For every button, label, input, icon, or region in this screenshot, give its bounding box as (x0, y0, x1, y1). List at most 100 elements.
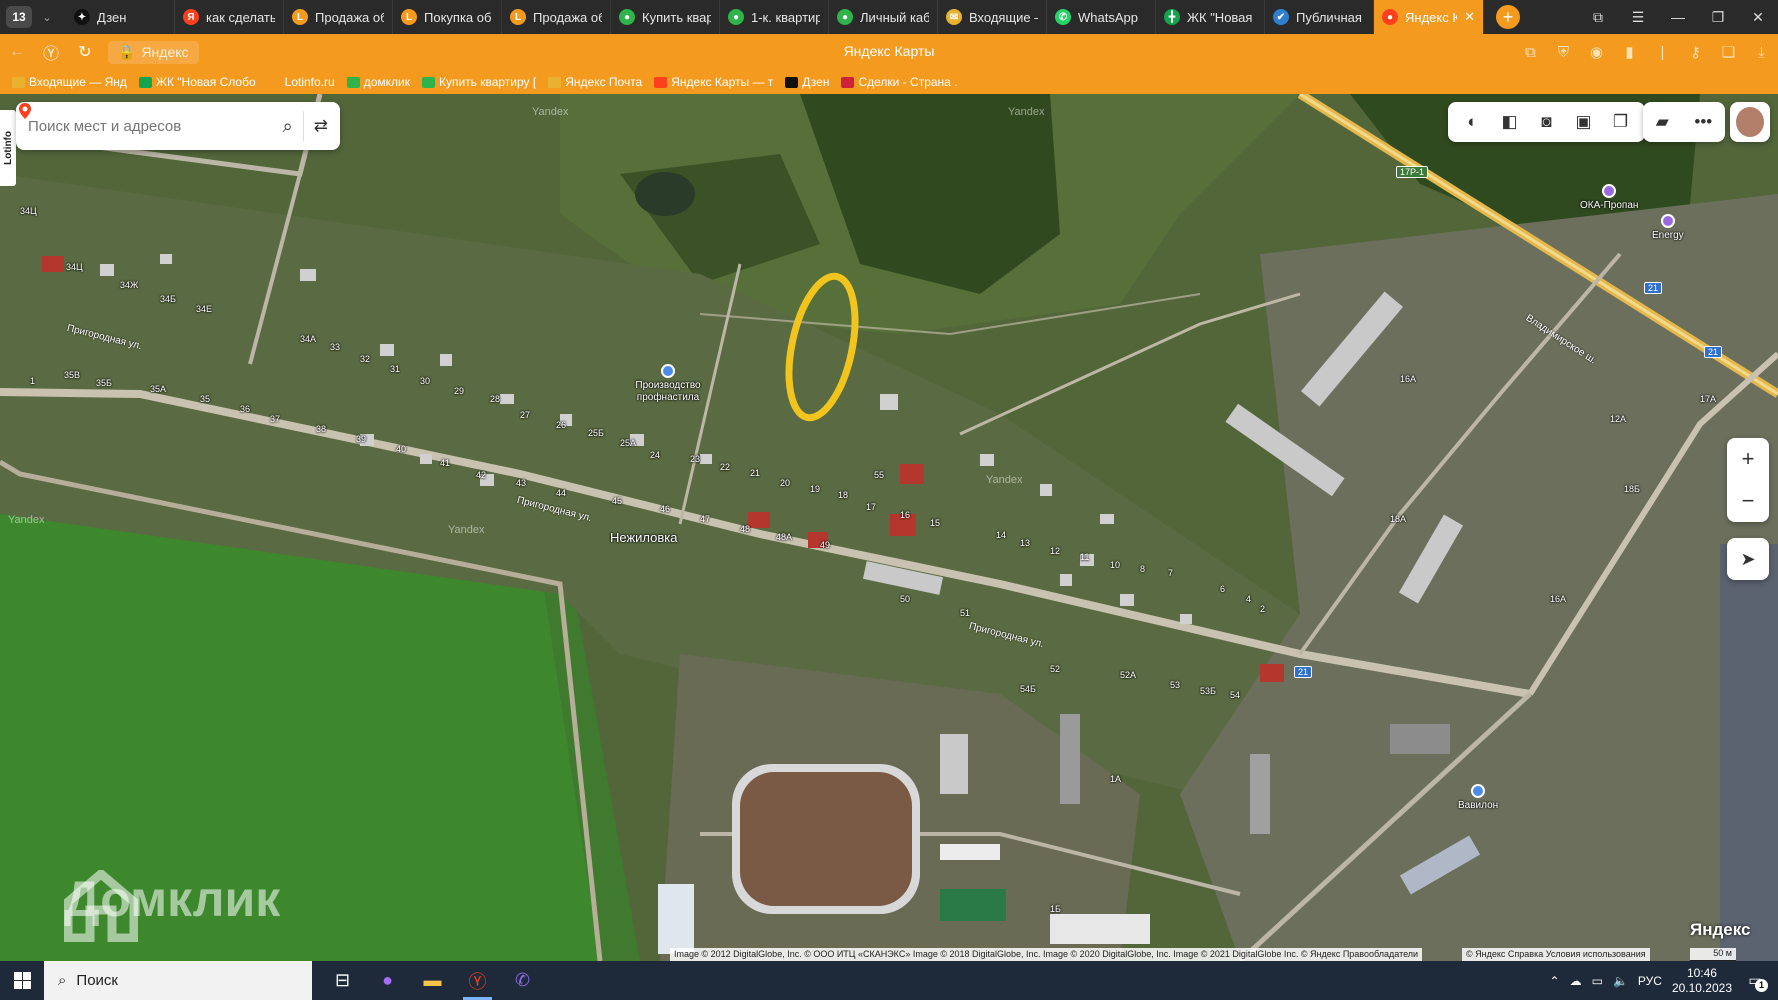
tab-4[interactable]: L Продажа об (502, 0, 611, 34)
zoom-in-button[interactable]: + (1727, 438, 1769, 480)
bookmark-label: Lotinfo.ru (284, 75, 335, 89)
yandex-logo-icon[interactable]: Ⓨ (34, 40, 68, 64)
volume-icon[interactable]: 🔈 (1613, 974, 1628, 988)
language-indicator[interactable]: РУС (1638, 974, 1662, 988)
bookmark-item[interactable]: ЖК "Новая Слобо (138, 75, 256, 89)
yandex-watermark: Yandex (8, 514, 45, 526)
search-icon[interactable]: ⌕ (283, 116, 293, 137)
more-icon[interactable]: ••• (1694, 112, 1712, 132)
download-icon[interactable]: ⤓ (1745, 43, 1778, 61)
maximize-button[interactable]: ❐ (1698, 0, 1738, 34)
panorama-camera-icon[interactable]: ◙ (1528, 112, 1565, 132)
traffic-icon[interactable]: ◐ (1454, 112, 1491, 132)
divider: | (1660, 43, 1665, 61)
zoom-out-button[interactable]: − (1727, 480, 1769, 522)
tab-5[interactable]: ● Купить квар (611, 0, 720, 34)
bookmark-label: домклик (363, 75, 410, 89)
tab-active[interactable]: ● Яндекс К ✕ (1374, 0, 1484, 34)
bookmark-item[interactable]: Входящие — Янд (12, 75, 127, 89)
satellite-map[interactable]: Lotinfo ⌕ ⇄ ◐ ◧ ◙ ▣ ❐ ▰ ••• + − ➤ Нежило… (0, 94, 1778, 961)
bookmark-item[interactable]: Яндекс Карты — т (654, 75, 773, 89)
map-search-box[interactable]: ⌕ ⇄ (16, 102, 340, 150)
tab-10[interactable]: ╋ ЖК "Новая (1156, 0, 1265, 34)
clock[interactable]: 10:46 20.10.2023 (1672, 966, 1732, 996)
key-icon[interactable]: ⚷ (1679, 43, 1712, 61)
house-number-label: 6 (1220, 584, 1226, 594)
reload-icon[interactable]: ↻ (68, 42, 102, 62)
house-number-label: 40 (396, 444, 407, 454)
layers-switch-icon[interactable]: ❐ (1602, 112, 1639, 132)
bookmark-item[interactable]: Дзен (785, 75, 829, 89)
tab-title: Продажа об (533, 9, 602, 25)
alice-icon[interactable]: ● (365, 961, 410, 1000)
tab-1[interactable]: Якак сделать (175, 0, 284, 34)
tab-8[interactable]: ✉ Входящие – (938, 0, 1047, 34)
new-tab-button[interactable]: + (1496, 5, 1520, 29)
bookmark-item[interactable]: Купить квартиру [ (421, 75, 536, 89)
bookmark-icon[interactable]: ▮ (1613, 43, 1646, 61)
file-explorer-icon[interactable]: ▬ (410, 961, 455, 1000)
map-scale: 50 м (1690, 948, 1736, 961)
tab-3[interactable]: L Покупка об (393, 0, 502, 34)
poi-marker[interactable]: Energy (1652, 214, 1684, 242)
search-input[interactable] (28, 117, 273, 135)
house-number-label: 32 (360, 354, 371, 364)
yandex-browser-icon[interactable]: Ⓨ (455, 961, 500, 1000)
collections-icon[interactable]: ❏ (1712, 43, 1745, 61)
bookmark-item[interactable]: Сделки - Страна . (841, 75, 958, 89)
poi-marker[interactable]: Вавилон (1458, 784, 1498, 812)
tab-title: как сделать (206, 9, 275, 25)
menu-icon[interactable]: ☰ (1618, 0, 1658, 34)
tab-7[interactable]: ● Личный каб (829, 0, 938, 34)
bookmark-favicon-icon (785, 76, 799, 88)
extensions-icon[interactable]: ⧉ (1514, 43, 1547, 61)
transport-icon[interactable]: ▣ (1565, 112, 1602, 132)
route-icon[interactable]: ⇄ (314, 116, 328, 136)
lotinfo-side-tab[interactable]: Lotinfo (0, 110, 16, 186)
bookmark-item[interactable]: домклик (346, 75, 410, 89)
bookmark-item[interactable]: Яндекс Почта (548, 75, 642, 89)
taskbar-search[interactable]: ⌕ Поиск (44, 961, 312, 1000)
url-field[interactable]: 🔒 Яндекс (108, 40, 199, 64)
tab-9[interactable]: ✆ WhatsApp (1047, 0, 1156, 34)
network-icon[interactable]: ▭ (1592, 974, 1603, 988)
map-layers-icon[interactable]: ◧ (1491, 112, 1528, 132)
ruler-icon[interactable]: ▰ (1656, 112, 1669, 132)
bookmark-favicon-icon (421, 76, 435, 88)
imagery-copyright[interactable]: Image © 2012 DigitalGlobe, Inc. © ООО ИТ… (670, 948, 1423, 961)
tab-6[interactable]: ● 1-к. квартир (720, 0, 829, 34)
house-number-label: 45 (612, 496, 623, 506)
close-window-button[interactable]: ✕ (1738, 0, 1778, 34)
back-icon[interactable]: ← (0, 43, 34, 61)
house-number-label: 10 (1110, 560, 1121, 570)
tabs-overview-icon[interactable]: ⧉ (1578, 0, 1618, 34)
windows-start-icon[interactable] (0, 961, 44, 1000)
terms-links[interactable]: © Яндекс Справка Условия использования (1462, 948, 1650, 961)
close-icon[interactable]: ✕ (1464, 9, 1475, 25)
bookmark-item[interactable]: Lotinfo.ru (267, 75, 335, 89)
tab-2[interactable]: L Продажа об (284, 0, 393, 34)
user-avatar[interactable] (1730, 102, 1770, 142)
poi-marker[interactable]: ОКА-Пропан (1580, 184, 1638, 212)
house-number-label: 34Е (196, 304, 213, 314)
route-badge: 21 (1294, 666, 1313, 678)
task-view-icon[interactable]: ⊟ (320, 961, 365, 1000)
house-number-label: 29 (454, 386, 465, 396)
minimize-button[interactable]: — (1658, 0, 1698, 34)
location-icon[interactable]: ◉ (1580, 43, 1613, 61)
my-location-button[interactable]: ➤ (1727, 538, 1769, 580)
tab-counter-button[interactable]: 13 (6, 6, 32, 28)
map-tools: ▰ ••• (1643, 102, 1725, 142)
tab-0[interactable]: ✦ Дзен (66, 0, 175, 34)
poi-marker[interactable]: Производство профнастила (628, 364, 708, 404)
chevron-down-icon[interactable]: ⌄ (36, 6, 58, 28)
chevron-up-icon[interactable]: ⌃ (1550, 974, 1560, 988)
notification-center-icon[interactable]: ▭ 1 (1742, 968, 1768, 994)
onedrive-icon[interactable]: ☁ (1570, 974, 1582, 988)
house-number-label: 7 (1168, 568, 1174, 578)
protect-icon[interactable]: ⛨ (1547, 43, 1580, 61)
domclick-logo-icon (64, 870, 138, 942)
map-pin-icon (19, 103, 31, 119)
tab-11[interactable]: ✔ Публичная (1265, 0, 1374, 34)
viber-icon[interactable]: ✆ (500, 961, 545, 1000)
